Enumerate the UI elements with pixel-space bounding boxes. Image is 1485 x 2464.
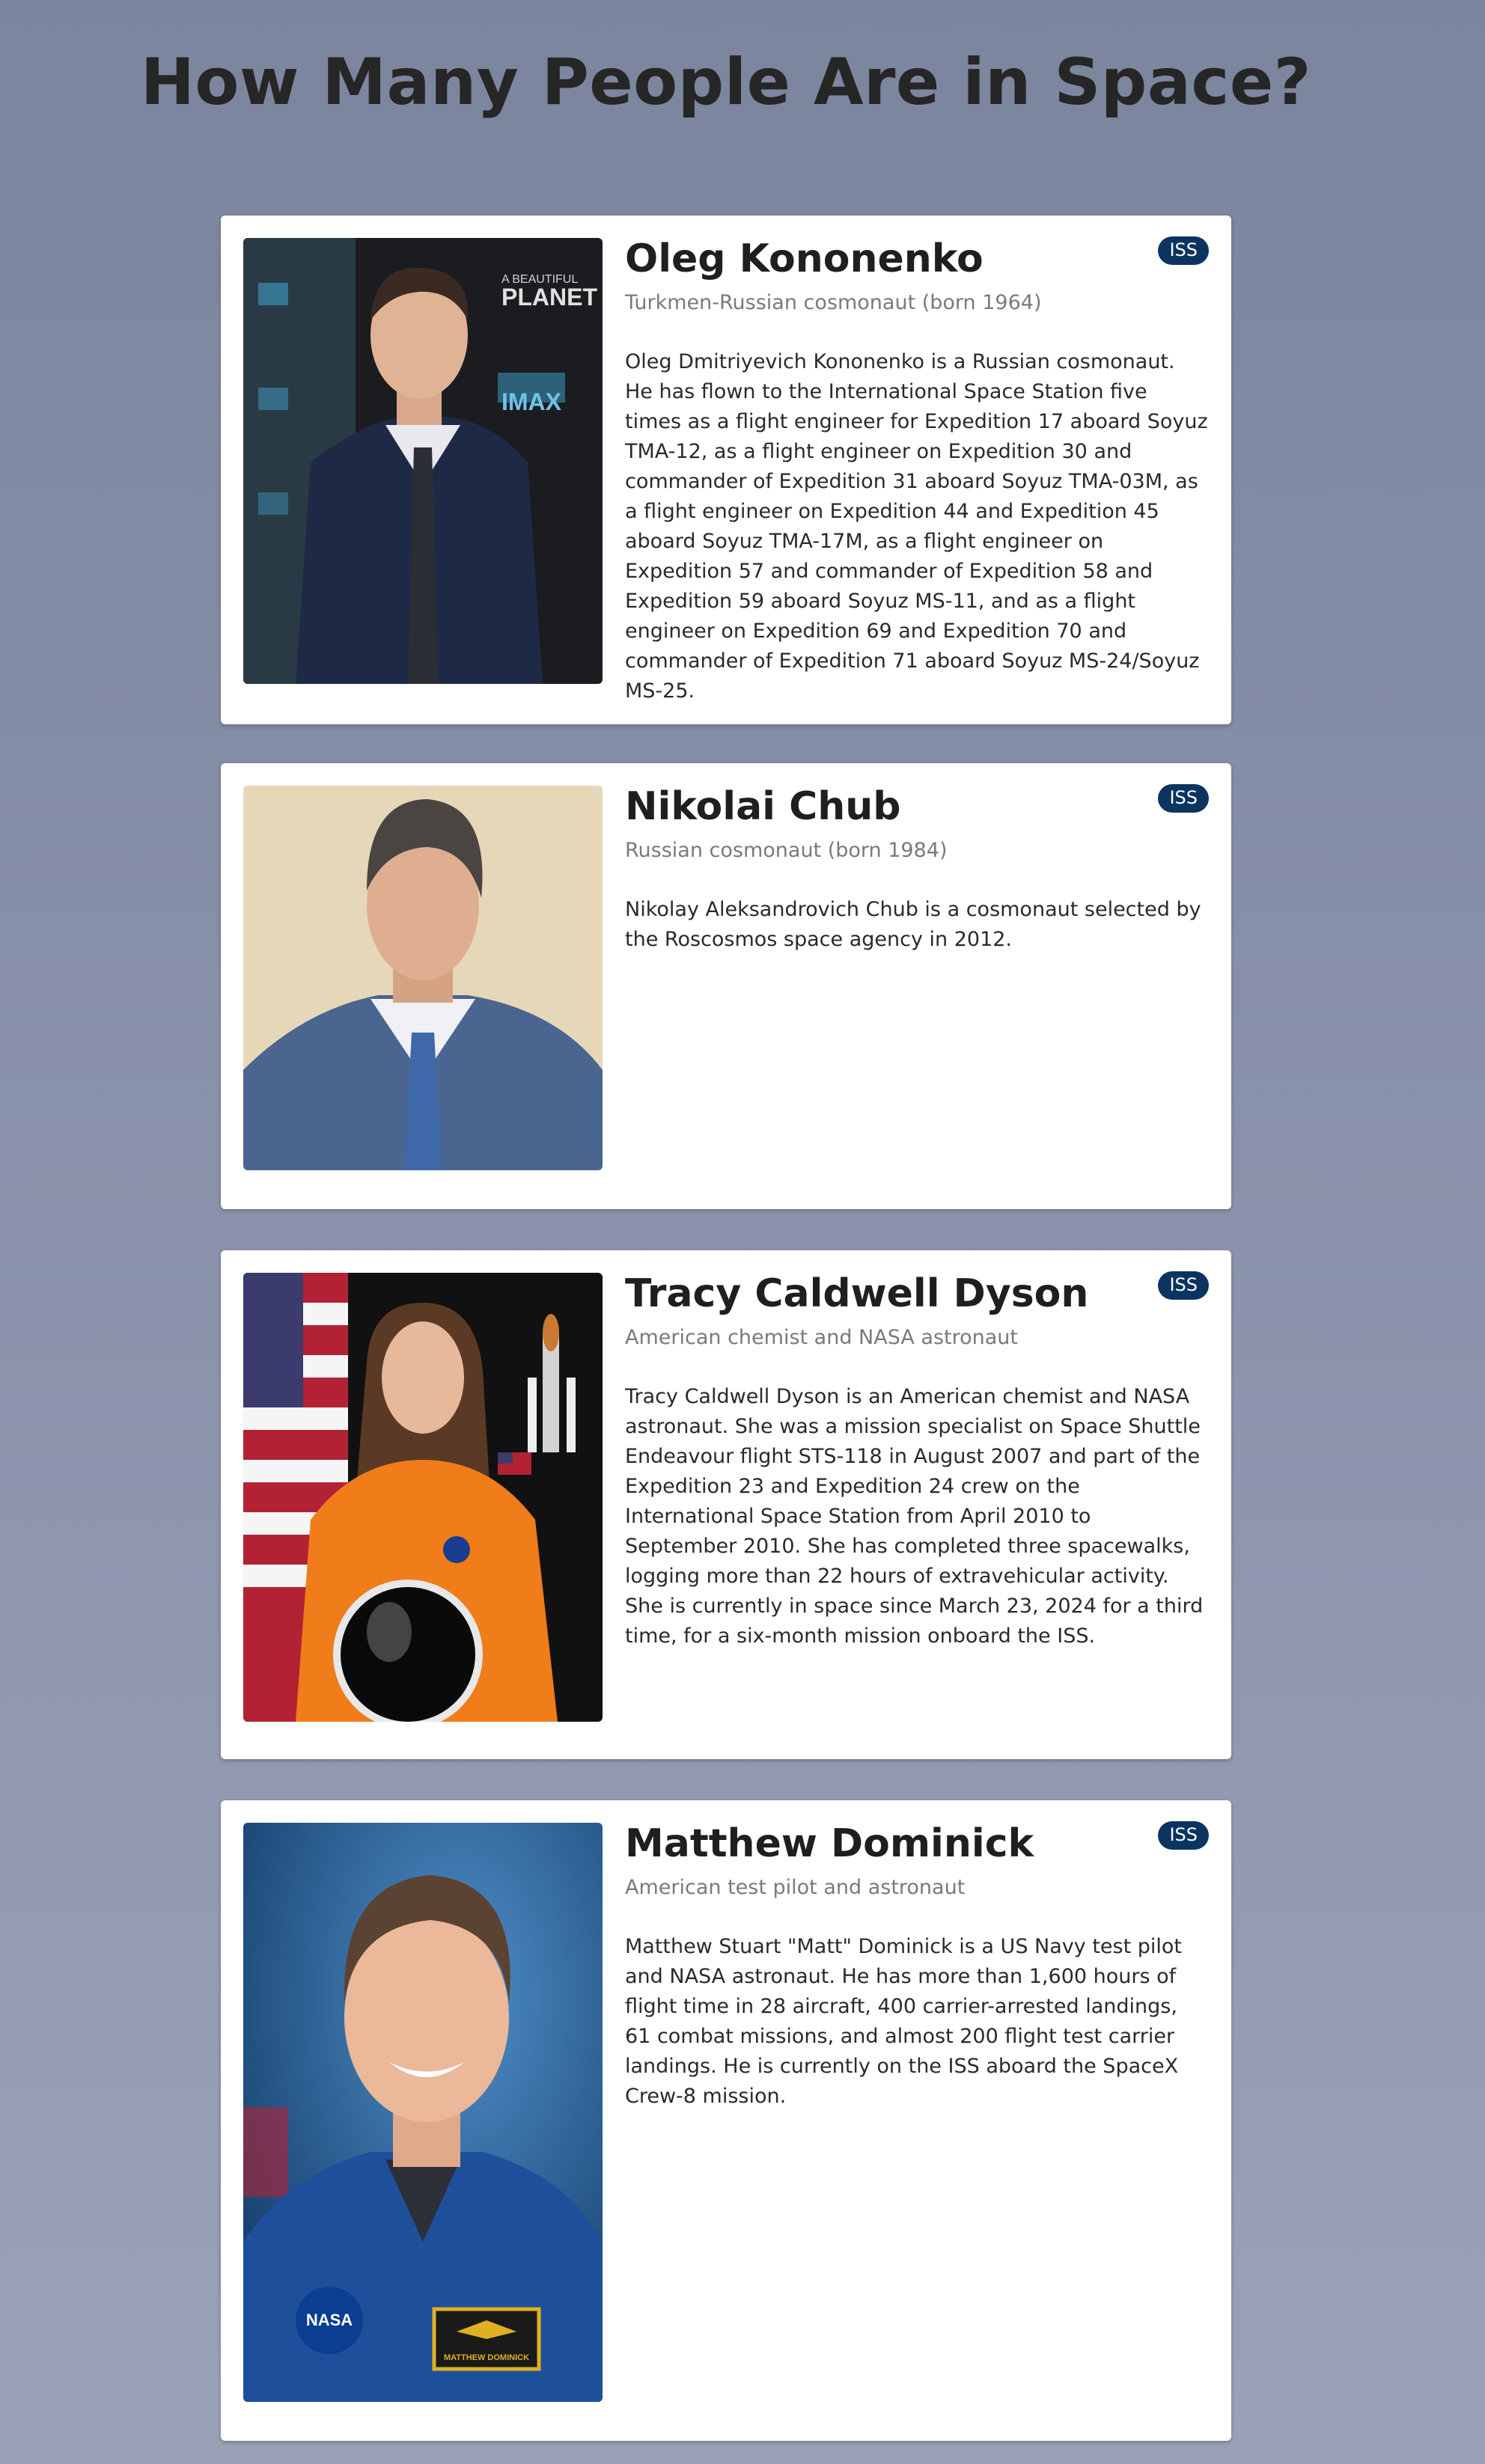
astronaut-card: Tracy Caldwell Dyson American chemist an… [221,1250,1231,1759]
astronaut-subtitle: American chemist and NASA astronaut [625,1326,1018,1349]
station-badge: ISS [1158,1821,1209,1850]
astronaut-info: Nikolai Chub Russian cosmonaut (born 198… [625,780,1209,955]
astronaut-bio: Matthew Stuart "Matt" Dominick is a US N… [625,1935,1183,2108]
astronaut-name: Nikolai Chub [625,784,901,829]
page-title: How Many People Are in Space? [140,45,1312,120]
astronaut-subtitle: Turkmen-Russian cosmonaut (born 1964) [625,291,1042,314]
astronaut-card: Nikolai Chub Russian cosmonaut (born 198… [221,763,1231,1209]
station-badge: ISS [1158,784,1209,813]
svg-text:NASA: NASA [306,2311,353,2329]
astronaut-subtitle: American test pilot and astronaut [625,1876,966,1899]
astronaut-subtitle: Russian cosmonaut (born 1984) [625,839,948,862]
station-badge: ISS [1158,236,1209,265]
astronaut-name: Matthew Dominick [625,1821,1034,1866]
astronaut-name: Tracy Caldwell Dyson [625,1271,1089,1316]
astronaut-photo [243,786,603,1170]
astronaut-photo: NASA MATTHEW DOMINICK [243,1823,603,2402]
astronaut-bio: Oleg Dmitriyevich Kononenko is a Russian… [625,350,1208,703]
astronaut-info: Matthew Dominick American test pilot and… [625,1817,1209,2112]
astronaut-card: NASA MATTHEW DOMINICK Matthew Dominick A… [221,1800,1231,2441]
astronaut-bio: Nikolay Aleksandrovich Chub is a cosmona… [625,898,1201,951]
astronaut-photo: A BEAUTIFUL PLANET IMAX [243,238,603,684]
svg-text:PLANET: PLANET [501,284,597,311]
astronaut-info: Oleg Kononenko Turkmen-Russian cosmonaut… [625,232,1209,706]
astronaut-photo [243,1273,603,1722]
astronaut-bio: Tracy Caldwell Dyson is an American chem… [625,1385,1204,1648]
svg-text:IMAX: IMAX [501,388,562,415]
astronaut-name: Oleg Kononenko [625,236,984,281]
station-badge: ISS [1158,1271,1209,1300]
svg-text:MATTHEW DOMINICK: MATTHEW DOMINICK [444,2353,529,2362]
astronaut-card: A BEAUTIFUL PLANET IMAX Oleg Kononenko T… [221,215,1231,724]
astronaut-info: Tracy Caldwell Dyson American chemist an… [625,1267,1209,1651]
